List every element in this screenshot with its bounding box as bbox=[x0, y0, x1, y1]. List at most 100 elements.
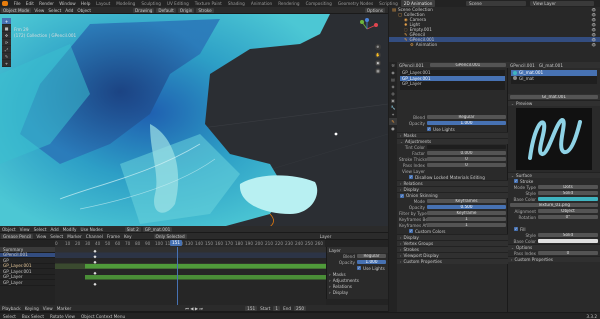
select-tool-icon[interactable]: + bbox=[2, 18, 11, 25]
gp-view-menu[interactable]: View bbox=[18, 227, 32, 232]
mat-pass-index-field[interactable]: 0 bbox=[538, 250, 598, 256]
navigation-gizmo[interactable] bbox=[352, 17, 382, 41]
hand-pan-icon[interactable]: ✋ bbox=[375, 52, 381, 58]
blender-logo[interactable] bbox=[2, 1, 8, 6]
layer-opacity-field[interactable]: 1.000 bbox=[357, 259, 386, 265]
menu-render[interactable]: Render bbox=[37, 0, 57, 7]
move-tool-icon[interactable]: ✥ bbox=[2, 32, 11, 39]
kf-before-field[interactable]: 1 bbox=[427, 216, 506, 222]
material-datablock-field[interactable]: GI_mat.001 bbox=[510, 94, 598, 100]
tool-tab-icon[interactable]: ⚒ bbox=[389, 62, 397, 69]
preview-section[interactable]: ⌄ Preview bbox=[508, 100, 600, 106]
default-dropdown[interactable]: Default bbox=[156, 7, 176, 13]
disallow-locked-checkbox[interactable]: ✓ bbox=[409, 175, 413, 179]
mid-opacity-field[interactable]: 1.000 bbox=[427, 120, 506, 126]
visibility-eye-icon[interactable]: 👁 bbox=[591, 23, 596, 27]
mat-custom-properties-section[interactable]: › Custom Properties bbox=[508, 256, 600, 262]
origin-dropdown[interactable]: Origin bbox=[177, 7, 195, 13]
onion-mode-dropdown[interactable]: Keyframes bbox=[427, 198, 506, 204]
visibility-eye-icon[interactable]: 👁 bbox=[591, 43, 596, 47]
annotate-tool-icon[interactable]: ✎ bbox=[2, 53, 11, 60]
gp-modify-menu[interactable]: Modify bbox=[61, 227, 79, 232]
menu-help[interactable]: Help bbox=[78, 0, 93, 7]
visibility-eye-icon[interactable]: 👁 bbox=[591, 18, 596, 22]
material-dropdown[interactable]: GP_mat.001 bbox=[142, 226, 173, 232]
keyframe-area[interactable] bbox=[55, 247, 326, 305]
rotation-field[interactable]: 0° bbox=[538, 214, 598, 220]
viewport-menu-object[interactable]: Object bbox=[75, 8, 93, 13]
tab-2d-animation[interactable]: 2D Animation bbox=[400, 0, 436, 7]
frame-field[interactable]: 151 bbox=[245, 305, 258, 311]
play-controls-icon[interactable]: ⏮ ◀ ▶ ⏭ bbox=[183, 306, 205, 311]
masks-chevron-icon[interactable]: › bbox=[329, 272, 331, 277]
base-color-swatch[interactable] bbox=[538, 196, 598, 202]
use-nodes-toggle[interactable]: Use Nodes bbox=[79, 227, 105, 232]
tab-texture-paint[interactable]: Texture Paint bbox=[192, 0, 225, 7]
effects-tab-icon[interactable]: ✦ bbox=[389, 111, 397, 118]
stroke-dropdown[interactable]: Stroke bbox=[196, 7, 214, 13]
dopesheet-menu-frame[interactable]: Frame bbox=[105, 234, 122, 239]
viewport-menu-view[interactable]: View bbox=[32, 8, 46, 13]
tab-scripting[interactable]: Scripting bbox=[376, 0, 401, 7]
playback-view-menu[interactable]: View bbox=[41, 306, 55, 311]
fill-checkbox[interactable]: ✓ bbox=[514, 227, 518, 231]
end-field[interactable]: 250 bbox=[294, 305, 307, 311]
outliner[interactable]: ▤ Scene Collection 👁 ▢ Collection 👁 ◉ Camera 👁 ✹ L… bbox=[389, 7, 600, 62]
viewport-menu-add[interactable]: Add bbox=[63, 8, 75, 13]
stroke-style-dropdown[interactable]: Solid bbox=[538, 190, 598, 196]
mid-use-lights-checkbox[interactable]: ✓ bbox=[427, 127, 431, 131]
render-tab-icon[interactable]: ◉ bbox=[389, 69, 397, 76]
rotate-tool-icon[interactable]: ⟳ bbox=[2, 39, 11, 46]
filter-type-dropdown[interactable]: Keyframe bbox=[427, 210, 506, 216]
scene-selector[interactable]: Scene bbox=[466, 1, 526, 6]
tab-shading[interactable]: Shading bbox=[225, 0, 248, 7]
gp-object-menu[interactable]: Object bbox=[0, 227, 18, 232]
marker-menu[interactable]: Marker bbox=[55, 306, 73, 311]
zoom-icon[interactable]: ⊕ bbox=[375, 44, 381, 50]
dopesheet-mode[interactable]: Grease Pencil bbox=[1, 233, 34, 239]
tab-rendering[interactable]: Rendering bbox=[275, 0, 302, 7]
modifier-tab-icon[interactable]: 🔧 bbox=[389, 104, 397, 111]
playback-menu[interactable]: Playback bbox=[0, 306, 23, 311]
tab-animation[interactable]: Animation bbox=[248, 0, 275, 7]
scene-tab-icon[interactable]: ◈ bbox=[389, 83, 397, 90]
visibility-eye-icon[interactable]: 👁 bbox=[591, 28, 596, 32]
dopesheet-menu-key[interactable]: Key bbox=[122, 234, 134, 239]
menu-edit[interactable]: Edit bbox=[23, 0, 36, 7]
tint-color-swatch[interactable] bbox=[427, 144, 506, 150]
options-dropdown[interactable]: Options bbox=[364, 7, 385, 13]
material-slot-list[interactable]: GI_mat.001 GI_mat bbox=[511, 70, 597, 84]
channel-gp-layer-b[interactable]: GP_Layer bbox=[0, 280, 55, 286]
fill-style-dropdown[interactable]: Solid bbox=[538, 232, 598, 238]
texture-field[interactable]: Texture_01.png bbox=[510, 202, 598, 208]
tab-layout[interactable]: Layout bbox=[93, 0, 113, 7]
material-slot-2[interactable]: GI_mat bbox=[511, 76, 597, 82]
visibility-eye-icon[interactable]: 👁 bbox=[591, 33, 596, 37]
stroke-thickness-field[interactable]: 0 bbox=[427, 156, 506, 162]
3d-viewport[interactable]: Frm 29 (172) Collection | GPencil.001 ⊕ … bbox=[0, 14, 388, 233]
gp-select-menu[interactable]: Select bbox=[32, 227, 49, 232]
mid-blend-dropdown[interactable]: Regular bbox=[427, 114, 506, 120]
tab-modeling[interactable]: Modeling bbox=[113, 0, 138, 7]
output-tab-icon[interactable]: ▤ bbox=[389, 76, 397, 83]
drawing-dropdown[interactable]: Drawing bbox=[133, 7, 155, 13]
layer-blend-dropdown[interactable]: Regular bbox=[357, 253, 386, 259]
dopesheet-menu-channel[interactable]: Channel bbox=[84, 234, 105, 239]
visibility-eye-icon[interactable]: 👁 bbox=[591, 8, 596, 12]
camera-view-icon[interactable]: ▣ bbox=[375, 60, 381, 66]
view-layer-selector[interactable]: View Layer bbox=[530, 1, 594, 6]
object-tab-icon[interactable]: ▣ bbox=[389, 97, 397, 104]
outliner-row[interactable]: ⚙ Animation 👁 bbox=[389, 42, 600, 47]
only-selected-toggle[interactable]: Only Selected bbox=[153, 233, 187, 239]
stroke-checkbox[interactable]: ✓ bbox=[514, 179, 518, 183]
fill-color-swatch[interactable] bbox=[538, 238, 598, 244]
mode-type-dropdown[interactable]: Dots bbox=[538, 184, 598, 190]
gp-add-menu[interactable]: Add bbox=[49, 227, 61, 232]
layer-row-3[interactable]: GP_Layer bbox=[400, 81, 505, 87]
tab-geometry-nodes[interactable]: Geometry Nodes bbox=[335, 0, 376, 7]
visibility-eye-icon[interactable]: 👁 bbox=[591, 38, 596, 42]
scale-tool-icon[interactable]: ⤢ bbox=[2, 46, 11, 53]
use-lights-checkbox[interactable]: ✓ bbox=[357, 266, 361, 270]
onion-opacity-field[interactable]: 0.500 bbox=[427, 204, 506, 210]
factor-field[interactable]: 0.000 bbox=[427, 150, 506, 156]
